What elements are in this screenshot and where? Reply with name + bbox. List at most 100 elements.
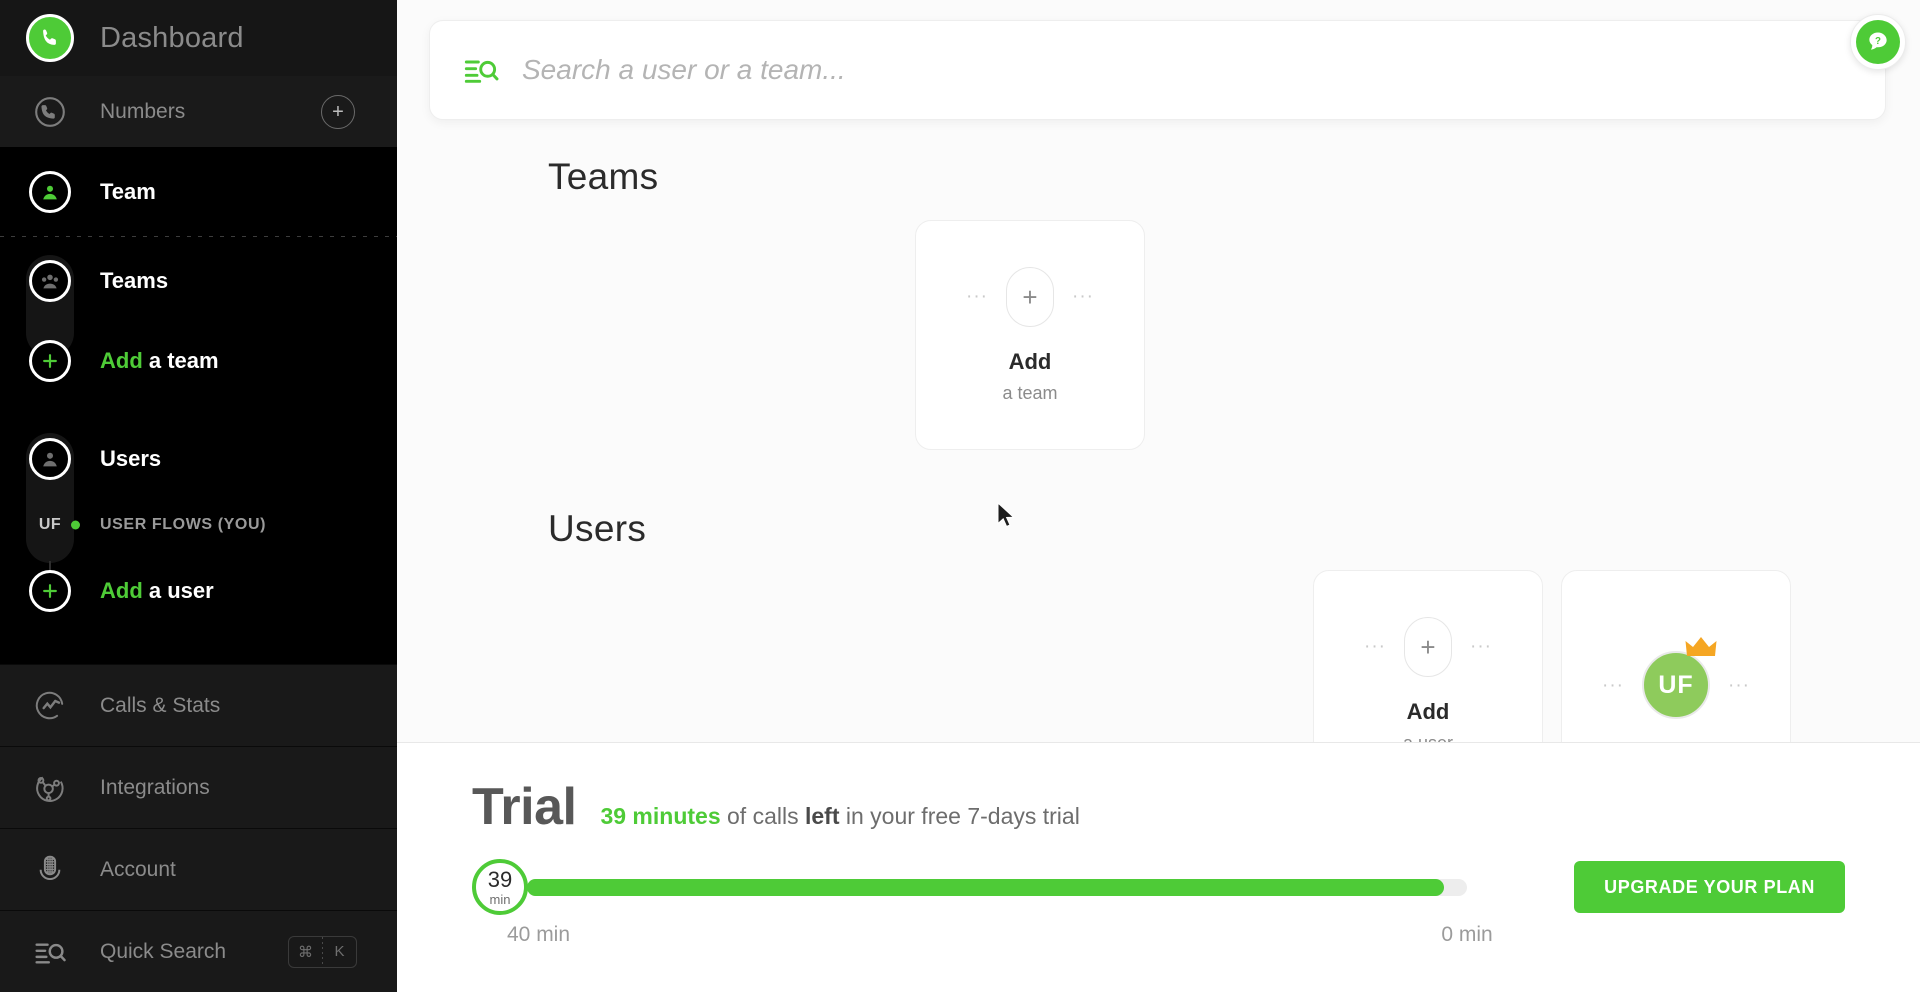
card-subtitle: a user: [1403, 733, 1453, 743]
sidebar-item-label: Integrations: [100, 775, 210, 799]
help-button[interactable]: ?: [1850, 14, 1906, 70]
sidebar-item-label: USER FLOWS (YOU): [100, 516, 267, 533]
sidebar-item-add-team[interactable]: Add a team: [0, 321, 397, 401]
sidebar-item-teams[interactable]: Teams: [0, 241, 397, 321]
users-card-grid: ··· + ··· Add a user ··· UF: [1313, 570, 1920, 742]
sidebar-item-label: Add a user: [100, 578, 214, 604]
left-dots: ···: [966, 286, 988, 307]
trial-progress-row: 39 min UPGRADE YOUR PLAN: [472, 859, 1845, 915]
upgrade-plan-button[interactable]: UPGRADE YOUR PLAN: [1574, 861, 1845, 913]
add-team-accent: Add: [100, 348, 143, 373]
progress-label-end: 0 min: [1441, 923, 1493, 946]
progress-track[interactable]: [527, 878, 1467, 896]
trial-message-tail: in your free 7-days trial: [839, 803, 1080, 829]
content-scroll-area: Teams ··· + ··· Add a team Users ··· + ·…: [397, 132, 1920, 742]
sidebar-item-label: Users: [100, 446, 162, 471]
sidebar-item-label: Account: [100, 857, 176, 881]
trial-progress-area: 39 min UPGRADE YOUR PLAN 40 min 0 min: [397, 859, 1920, 953]
plus-icon: +: [332, 100, 344, 123]
card-top: ··· UF ···: [1602, 637, 1750, 719]
plus-circle-icon: [26, 567, 74, 615]
app-root: Dashboard Numbers + Team Teams Add a tea…: [0, 0, 1920, 992]
sidebar-item-user-flows[interactable]: UF USER FLOWS (YOU): [0, 499, 397, 551]
add-team-card[interactable]: ··· + ··· Add a team: [915, 220, 1145, 450]
shortcut-modifier-key: ⌘: [298, 943, 313, 961]
sidebar-item-label: Team: [100, 179, 156, 204]
account-icon: [26, 846, 74, 894]
sidebar-divider: [0, 236, 397, 237]
right-dots: ···: [1728, 674, 1750, 696]
sidebar-spacer: [0, 631, 397, 664]
quick-search-shortcut: ⌘ K: [288, 935, 357, 968]
card-title: Add: [1008, 348, 1052, 374]
user-circle-icon: [26, 435, 74, 483]
trial-heading: Trial: [472, 778, 577, 836]
users-section-title: Users: [548, 508, 647, 549]
progress-label-start: 40 min: [507, 923, 571, 946]
sidebar-item-users[interactable]: Users: [0, 419, 397, 499]
left-dots: ···: [1364, 636, 1386, 657]
sidebar-item-label: Quick Search: [100, 939, 227, 963]
brand-header[interactable]: Dashboard: [0, 0, 397, 76]
card-top: ··· + ···: [966, 266, 1094, 327]
sidebar-bottom-nav: Calls & Stats Integrations Account Quick…: [0, 664, 397, 992]
phone-circle-icon: [26, 14, 74, 62]
svg-text:?: ?: [1875, 36, 1881, 47]
main-area: ? Teams ··· + ··· Add a team Users: [397, 0, 1920, 992]
card-title: Add: [1406, 698, 1450, 724]
plus-icon: +: [1006, 266, 1054, 327]
search-input[interactable]: [522, 54, 1885, 86]
trial-message: 39 minutes of calls left in your free 7-…: [600, 803, 1079, 830]
person-circle-icon: [26, 168, 74, 216]
trial-message-bold: left: [804, 803, 840, 829]
sidebar-group-users: Users UF USER FLOWS (YOU) Add a user: [0, 419, 397, 631]
sidebar-item-calls-stats[interactable]: Calls & Stats: [0, 664, 397, 746]
mouse-cursor: [997, 502, 1015, 528]
sidebar-item-team[interactable]: Team: [0, 152, 397, 232]
sidebar-item-quick-search[interactable]: Quick Search ⌘ K: [0, 910, 397, 992]
user-card[interactable]: ··· UF ···: [1561, 570, 1791, 742]
group-circle-icon: [26, 257, 74, 305]
progress-fill: [527, 878, 1444, 896]
sidebar-group-teams: Teams Add a team: [0, 241, 397, 401]
sidebar-item-account[interactable]: Account: [0, 828, 397, 910]
help-bubble-icon: ?: [1856, 20, 1900, 64]
trial-message-mid: of calls: [720, 803, 805, 829]
sidebar-nav: Team Teams Add a team Users UF USER FLOW…: [0, 148, 397, 631]
sidebar-item-label: Add a team: [100, 348, 219, 374]
add-team-rest: a team: [142, 348, 219, 373]
teams-card-grid: ··· + ··· Add a team: [915, 220, 1920, 450]
teams-section-title: Teams: [548, 156, 659, 197]
analytics-icon: [26, 682, 74, 730]
plus-icon: +: [1404, 616, 1452, 677]
search-list-icon: [462, 54, 500, 86]
integrations-icon: [26, 764, 74, 812]
sidebar-item-label: Numbers: [100, 99, 186, 123]
page-title: Dashboard: [100, 21, 244, 54]
right-dots: ···: [1072, 286, 1094, 307]
avatar: UF: [1642, 637, 1717, 719]
right-dots: ···: [1470, 636, 1492, 657]
progress-knob[interactable]: 39 min: [472, 859, 528, 915]
online-status-dot: [71, 520, 80, 530]
left-dots: ···: [1602, 674, 1624, 696]
card-top: ··· + ···: [1364, 616, 1492, 677]
add-number-button[interactable]: +: [321, 94, 355, 129]
sidebar: Dashboard Numbers + Team Teams Add a tea…: [0, 0, 397, 992]
sidebar-item-integrations[interactable]: Integrations: [0, 746, 397, 828]
knob-value: 39: [487, 866, 513, 892]
uf-badge-text: UF: [38, 516, 62, 533]
add-user-card[interactable]: ··· + ··· Add a user: [1313, 570, 1543, 742]
uf-badge: UF: [26, 501, 80, 549]
sidebar-item-label: Teams: [100, 268, 169, 293]
add-user-accent: Add: [100, 578, 143, 603]
knob-unit: min: [489, 891, 511, 907]
sidebar-item-add-user[interactable]: Add a user: [0, 551, 397, 631]
phone-outline-icon: [26, 88, 74, 136]
sidebar-item-label: Calls & Stats: [100, 693, 221, 717]
crown-icon: [1684, 635, 1718, 666]
sidebar-item-numbers[interactable]: Numbers +: [0, 76, 397, 148]
global-search-bar[interactable]: [429, 20, 1886, 120]
trial-banner: Trial 39 minutes of calls left in your f…: [397, 742, 1920, 992]
shortcut-letter-key: K: [334, 943, 345, 960]
